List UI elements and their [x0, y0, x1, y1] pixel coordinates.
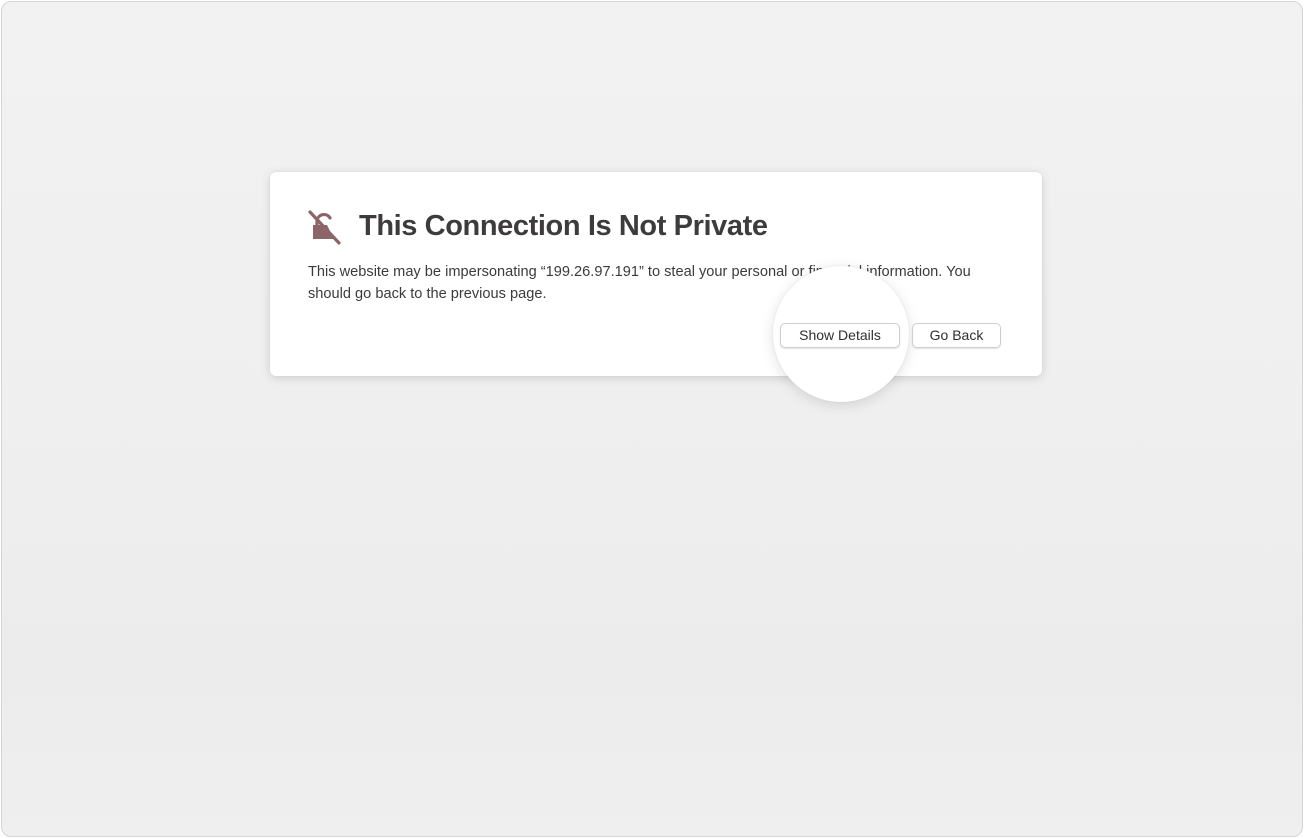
page-title: This Connection Is Not Private — [359, 210, 768, 242]
lock-slash-icon — [308, 210, 341, 245]
show-details-button[interactable]: Show Details — [780, 323, 900, 348]
browser-window: This Connection Is Not Private This webs… — [1, 1, 1303, 837]
go-back-button[interactable]: Go Back — [912, 323, 1001, 348]
